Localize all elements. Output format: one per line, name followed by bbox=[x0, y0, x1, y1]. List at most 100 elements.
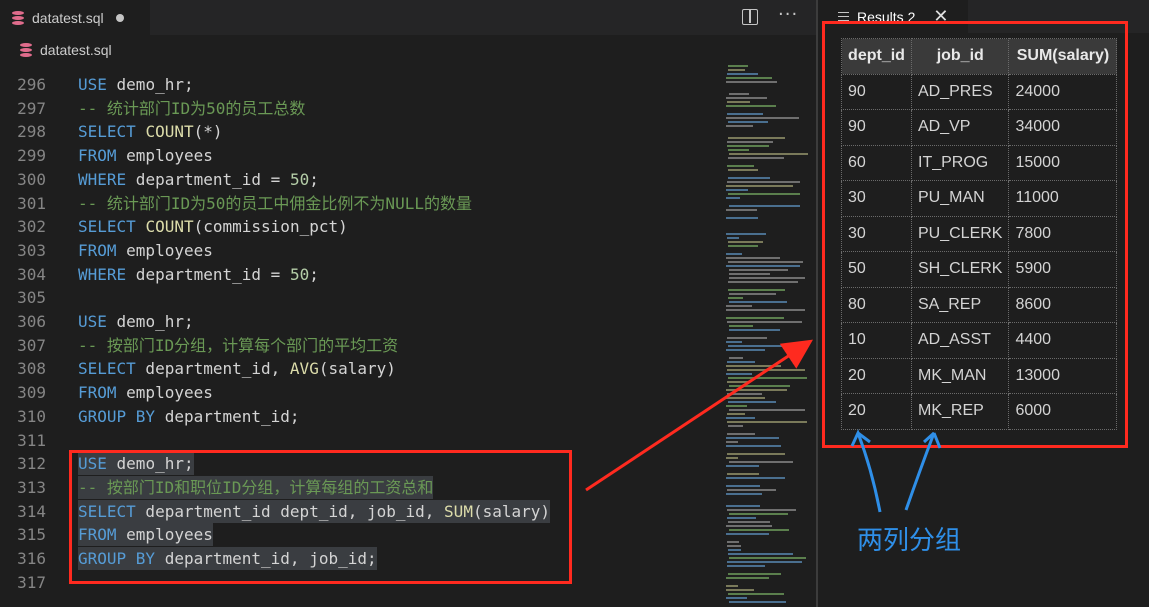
minimap-line bbox=[726, 577, 769, 579]
more-actions-icon[interactable]: ··· bbox=[778, 4, 798, 25]
code-line[interactable]: 302 SELECT COUNT(commission_pct) bbox=[0, 215, 720, 238]
breadcrumb: datatest.sql bbox=[0, 35, 816, 65]
minimap-line bbox=[728, 281, 798, 283]
minimap-line bbox=[727, 101, 750, 103]
code-line[interactable]: 299 FROM employees bbox=[0, 144, 720, 167]
minimap-line bbox=[726, 525, 772, 527]
minimap-line bbox=[727, 113, 763, 115]
code-text: WHERE department_id = 50; bbox=[78, 263, 319, 286]
code-line[interactable]: 301 -- 统计部门ID为50的员工中佣金比例不为NULL的数量 bbox=[0, 192, 720, 215]
line-number: 317 bbox=[17, 572, 46, 592]
code-token: WHERE bbox=[78, 264, 127, 284]
minimap-line bbox=[726, 125, 753, 127]
minimap-line bbox=[726, 441, 738, 443]
minimap-line bbox=[728, 177, 770, 179]
minimap-line bbox=[727, 337, 767, 339]
minimap-line bbox=[726, 341, 742, 343]
minimap-line bbox=[728, 521, 770, 523]
minimap[interactable] bbox=[722, 65, 816, 607]
minimap-line bbox=[729, 269, 788, 271]
minimap-line bbox=[726, 597, 747, 599]
minimap-line bbox=[726, 105, 776, 107]
split-editor-icon[interactable] bbox=[742, 9, 758, 25]
code-text: USE demo_hr; bbox=[78, 73, 194, 96]
minimap-line bbox=[727, 561, 802, 563]
code-line[interactable]: 300 WHERE department_id = 50; bbox=[0, 168, 720, 191]
highlight-box-results bbox=[822, 21, 1128, 448]
code-line[interactable]: 305 bbox=[0, 286, 720, 309]
editor-tab-datatest[interactable]: datatest.sql bbox=[0, 0, 150, 35]
minimap-line bbox=[726, 97, 767, 99]
minimap-line bbox=[727, 181, 800, 183]
line-number: 308 bbox=[17, 359, 46, 379]
code-token: USE bbox=[78, 75, 107, 94]
line-number: 313 bbox=[17, 477, 46, 497]
code-token: GROUP BY bbox=[78, 406, 156, 426]
minimap-line bbox=[728, 193, 800, 195]
minimap-line bbox=[729, 273, 770, 275]
minimap-line bbox=[728, 245, 758, 247]
minimap-line bbox=[727, 393, 762, 395]
code-token: ; bbox=[309, 169, 319, 189]
code-text: FROM employees bbox=[78, 144, 213, 167]
minimap-line bbox=[728, 157, 784, 159]
line-number: 309 bbox=[17, 383, 46, 403]
minimap-line bbox=[729, 529, 789, 531]
code-line[interactable]: 296 USE demo_hr; bbox=[0, 73, 720, 96]
minimap-line bbox=[729, 357, 743, 359]
code-line[interactable]: 298 SELECT COUNT(*) bbox=[0, 120, 720, 143]
minimap-line bbox=[726, 493, 762, 495]
code-token: demo_hr; bbox=[106, 75, 194, 94]
minimap-line bbox=[726, 465, 759, 467]
minimap-line bbox=[726, 197, 740, 199]
unsaved-dot-icon[interactable] bbox=[115, 13, 124, 22]
minimap-line bbox=[726, 189, 748, 191]
minimap-line bbox=[727, 517, 756, 519]
minimap-line bbox=[729, 461, 793, 463]
minimap-line bbox=[727, 541, 739, 543]
editor-tab-label: datatest.sql bbox=[32, 9, 104, 26]
line-number: 297 bbox=[17, 98, 46, 118]
editor-tab-bar: datatest.sql ··· bbox=[0, 0, 816, 35]
code-line[interactable]: 303 FROM employees bbox=[0, 239, 720, 262]
code-token: 50 bbox=[289, 264, 310, 284]
minimap-line bbox=[726, 117, 799, 119]
code-text: USE demo_hr; bbox=[78, 310, 194, 333]
code-line[interactable]: 306 USE demo_hr; bbox=[0, 310, 720, 333]
minimap-line bbox=[726, 77, 772, 79]
code-token: 50 bbox=[289, 169, 310, 189]
database-icon bbox=[12, 10, 24, 25]
code-line[interactable]: 310 GROUP BY department_id; bbox=[0, 405, 720, 428]
code-line[interactable]: 309 FROM employees bbox=[0, 381, 720, 404]
minimap-line bbox=[727, 141, 773, 143]
line-number: 316 bbox=[17, 549, 46, 568]
code-line[interactable]: 297 -- 统计部门ID为50的员工总数 bbox=[0, 97, 720, 120]
line-number: 307 bbox=[17, 335, 46, 355]
code-token: USE bbox=[78, 312, 107, 331]
minimap-line bbox=[729, 293, 776, 295]
code-line[interactable]: 304 WHERE department_id = 50; bbox=[0, 263, 720, 286]
minimap-line bbox=[728, 401, 776, 403]
code-line[interactable]: 311 bbox=[0, 429, 720, 452]
line-number: 303 bbox=[17, 240, 46, 260]
line-number: 305 bbox=[17, 288, 46, 308]
minimap-line bbox=[727, 421, 807, 423]
minimap-line bbox=[728, 137, 785, 139]
code-line[interactable]: 307 -- 按部门ID分组，计算每个部门的平均工资 bbox=[0, 334, 720, 357]
code-token: department_id = bbox=[126, 169, 290, 189]
minimap-line bbox=[726, 265, 800, 267]
code-text: SELECT COUNT(commission_pct) bbox=[78, 215, 348, 238]
minimap-line bbox=[726, 305, 752, 307]
minimap-line bbox=[727, 369, 805, 371]
code-token: AVG bbox=[289, 359, 319, 379]
minimap-line bbox=[729, 277, 805, 279]
minimap-line bbox=[727, 381, 750, 383]
line-number: 301 bbox=[17, 193, 46, 213]
minimap-line bbox=[726, 365, 781, 367]
minimap-line bbox=[729, 153, 808, 155]
breadcrumb-file[interactable]: datatest.sql bbox=[40, 42, 112, 58]
minimap-line bbox=[728, 69, 745, 71]
code-line[interactable]: 308 SELECT department_id, AVG(salary) bbox=[0, 357, 720, 380]
minimap-line bbox=[726, 589, 754, 591]
